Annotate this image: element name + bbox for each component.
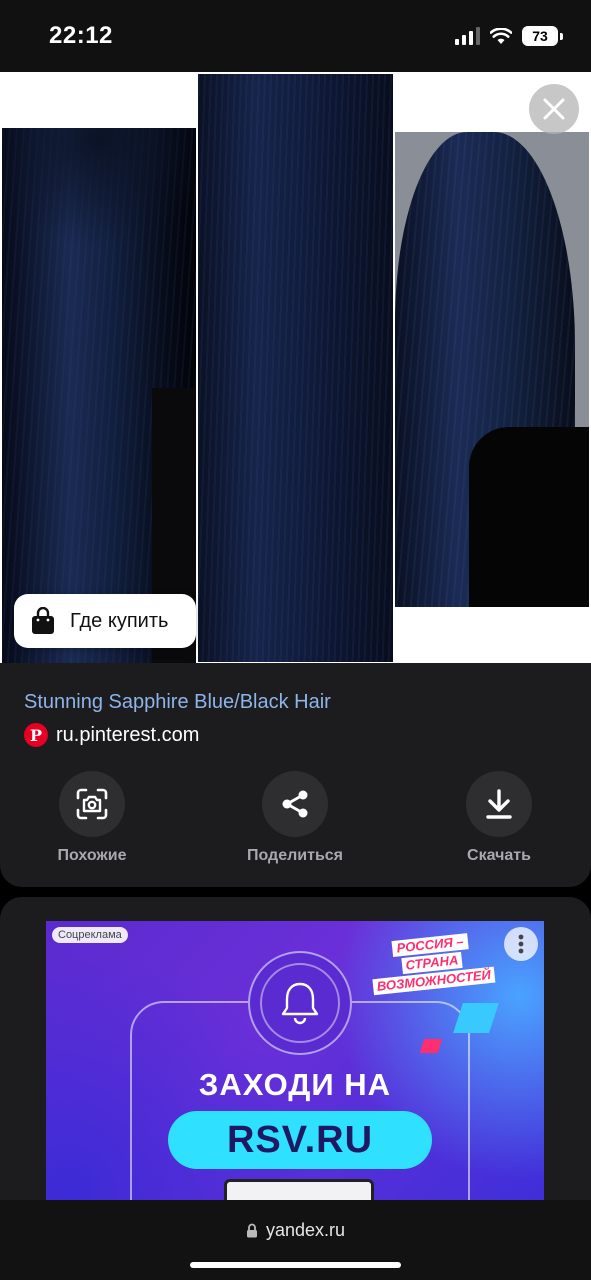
ad-site-pill: RSV.RU	[168, 1111, 432, 1169]
action-bar: Похожие Поделиться Скачать	[0, 771, 591, 871]
lock-icon	[246, 1223, 257, 1238]
status-bar: 22:12 73	[0, 0, 591, 72]
share-label: Поделиться	[246, 847, 344, 864]
similar-button[interactable]: Похожие	[22, 771, 162, 865]
status-time: 22:12	[49, 22, 113, 49]
download-button-circle	[466, 771, 532, 837]
source-link[interactable]: P ru.pinterest.com	[24, 723, 199, 747]
home-indicator[interactable]	[190, 1262, 401, 1268]
url-text: yandex.ru	[265, 1220, 346, 1240]
image-viewer[interactable]: Где купить	[0, 72, 591, 663]
ad-slogan: РОССИЯ – СТРАНА ВОЗМОЖНОСТЕЙ	[355, 927, 508, 998]
hair-photo-right	[395, 132, 589, 607]
where-to-buy-button[interactable]: Где купить	[14, 594, 196, 648]
close-button[interactable]	[529, 84, 579, 134]
cellular-signal-icon	[455, 27, 480, 45]
similar-label: Похожие	[57, 847, 127, 864]
source-domain: ru.pinterest.com	[56, 723, 200, 746]
wifi-icon	[490, 27, 512, 44]
social-ad-badge: Соцреклама	[52, 927, 128, 943]
ad-card: РОССИЯ – СТРАНА ВОЗМОЖНОСТЕЙ ЗАХОДИ НА R…	[0, 897, 591, 1217]
download-icon	[486, 789, 512, 819]
ad-headline: ЗАХОДИ НА	[198, 1067, 392, 1102]
ad-bell-circle	[248, 951, 352, 1055]
browser-url-bar[interactable]: yandex.ru	[0, 1200, 591, 1280]
hair-photo-left	[2, 128, 196, 663]
camera-search-icon	[76, 788, 108, 820]
ad-decor-shape-blue	[453, 1003, 499, 1033]
hair-photo-center	[198, 74, 393, 662]
bell-icon	[281, 982, 319, 1025]
similar-button-circle	[59, 771, 125, 837]
status-icons: 73	[455, 26, 563, 46]
download-label: Скачать	[467, 847, 531, 864]
share-icon	[282, 790, 308, 818]
battery-level: 73	[522, 26, 558, 46]
share-button-circle	[262, 771, 328, 837]
ad-banner[interactable]: РОССИЯ – СТРАНА ВОЗМОЖНОСТЕЙ ЗАХОДИ НА R…	[46, 921, 544, 1217]
battery-icon: 73	[522, 26, 563, 46]
result-info-card: Stunning Sapphire Blue/Black Hair P ru.p…	[0, 663, 591, 887]
share-button[interactable]: Поделиться	[225, 771, 365, 865]
url-display[interactable]: yandex.ru	[0, 1220, 591, 1241]
result-title-link[interactable]: Stunning Sapphire Blue/Black Hair	[24, 691, 331, 714]
shopping-bag-icon	[32, 607, 54, 634]
download-button[interactable]: Скачать	[429, 771, 569, 865]
more-vertical-icon	[518, 934, 524, 954]
pinterest-icon: P	[24, 723, 48, 747]
close-icon	[543, 98, 565, 120]
where-to-buy-label: Где купить	[70, 609, 169, 632]
ad-more-button[interactable]	[504, 927, 538, 961]
